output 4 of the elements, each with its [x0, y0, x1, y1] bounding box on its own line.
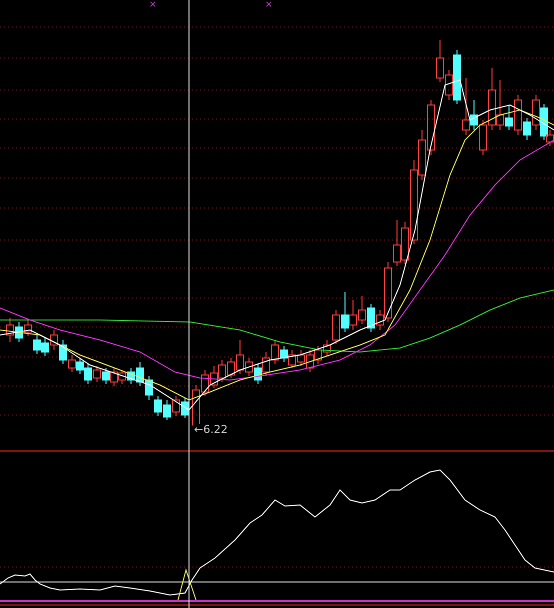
indicator-spike-line [178, 568, 196, 600]
low-price-label: ←6.22 [193, 424, 229, 435]
chart-marker: × [265, 1, 273, 10]
chart-marker: × [149, 1, 157, 10]
